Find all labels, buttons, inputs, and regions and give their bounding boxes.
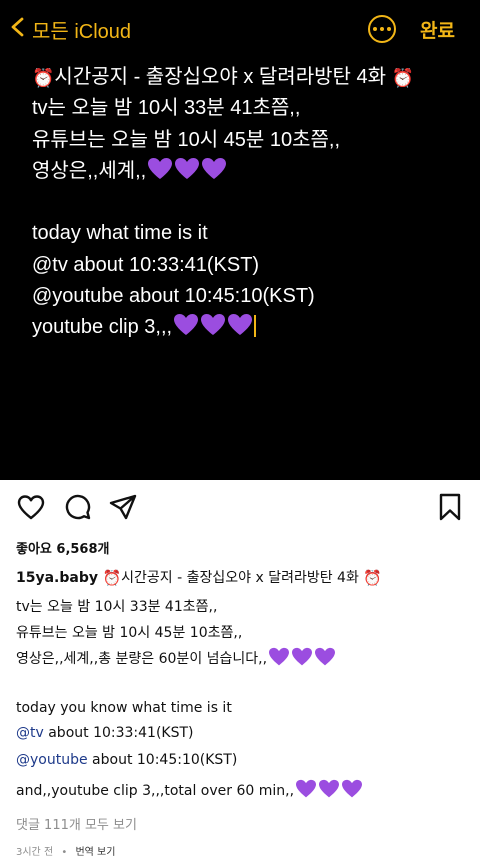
purple-heart-icon xyxy=(314,647,336,671)
note-line: ⏰시간공지 - 출장십오야 x 달려라방탄 4화 ⏰ xyxy=(32,62,472,93)
notes-nav-bar: 모든 iCloud 완료 xyxy=(0,8,480,50)
back-button[interactable]: 모든 iCloud xyxy=(8,12,131,46)
text-cursor xyxy=(254,315,257,338)
note-line: youtube clip 3,,, xyxy=(32,312,472,343)
note-line: today what time is it xyxy=(32,222,208,245)
back-label: 모든 iCloud xyxy=(32,20,132,43)
caption-line: @youtube about 10:45:10(KST) xyxy=(16,752,476,768)
purple-heart-icon xyxy=(147,157,173,191)
status-bar xyxy=(0,0,480,6)
caption-line: 15ya.baby ⏰시간공지 - 출장십오야 x 달려라방탄 4화 ⏰ xyxy=(16,567,476,587)
caption-text: about 10:33:41(KST) xyxy=(43,725,194,741)
caption-line: @tv about 10:33:41(KST) xyxy=(16,725,476,741)
note-line: tv는 오늘 밤 10시 33분 41초쯤,, xyxy=(32,97,301,120)
alarm-clock-icon: ⏰ xyxy=(32,68,55,88)
notes-screenshot: 모든 iCloud 완료 ⏰시간공지 - 출장십오야 x 달려라방탄 4화 ⏰ … xyxy=(0,0,480,480)
username[interactable]: 15ya.baby xyxy=(16,570,98,586)
more-options-button[interactable] xyxy=(368,15,396,43)
mention-tv[interactable]: @tv xyxy=(16,725,44,741)
post-action-bar xyxy=(0,490,480,530)
bookmark-icon[interactable] xyxy=(437,492,463,522)
alarm-clock-icon: ⏰ xyxy=(391,68,414,88)
caption-text: 시간공지 - 출장십오야 x 달려라방탄 4화 xyxy=(121,570,359,586)
alarm-clock-icon: ⏰ xyxy=(102,569,122,587)
likes-count[interactable]: 좋아요 6,568개 xyxy=(16,538,476,557)
caption-text: about 10:45:10(KST) xyxy=(87,752,238,768)
share-icon[interactable] xyxy=(108,492,138,522)
caption-line: today you know what time is it xyxy=(16,700,232,716)
purple-heart-icon xyxy=(227,313,253,347)
mention-youtube[interactable]: @youtube xyxy=(16,752,88,768)
note-line-text: 영상은,,세계,, xyxy=(32,159,147,182)
purple-heart-icon xyxy=(341,779,363,803)
note-line-text: youtube clip 3,,, xyxy=(32,316,173,339)
note-line: @tv about 10:33:41(KST) xyxy=(32,253,260,276)
purple-heart-icon xyxy=(295,779,317,803)
note-line: 영상은,,세계,, xyxy=(32,156,472,187)
purple-heart-icon xyxy=(291,647,313,671)
note-title: 시간공지 - 출장십오야 x 달려라방탄 4화 xyxy=(54,66,386,88)
purple-heart-icon xyxy=(201,157,227,191)
caption-text: and,,youtube clip 3,,,total over 60 min,… xyxy=(16,783,295,799)
meta-separator: • xyxy=(61,847,68,858)
heart-icon[interactable] xyxy=(16,492,46,522)
caption-line: 영상은,,세계,,총 분량은 60분이 넘습니다,, xyxy=(16,647,476,671)
caption-line: 유튜브는 오늘 밤 10시 45분 10초쯤,, xyxy=(16,625,243,641)
purple-heart-icon xyxy=(173,313,199,347)
purple-heart-icon xyxy=(318,779,340,803)
see-translation-link[interactable]: 번역 보기 xyxy=(75,847,115,858)
ellipsis-circle-icon xyxy=(373,27,377,31)
caption-text: 영상은,,세계,,총 분량은 60분이 넘습니다,, xyxy=(16,651,268,667)
done-button[interactable]: 완료 xyxy=(420,16,455,43)
alarm-clock-icon: ⏰ xyxy=(363,569,382,587)
post-time: 3시간 전 xyxy=(16,847,54,858)
comment-icon[interactable] xyxy=(63,492,93,522)
view-all-comments-link[interactable]: 댓글 111개 모두 보기 xyxy=(16,814,476,833)
purple-heart-icon xyxy=(268,647,290,671)
note-text-body[interactable]: ⏰시간공지 - 출장십오야 x 달려라방탄 4화 ⏰ tv는 오늘 밤 10시 … xyxy=(32,62,472,344)
caption-line: tv는 오늘 밤 10시 33분 41초쯤,, xyxy=(16,599,218,615)
note-line: 유튜브는 오늘 밤 10시 45분 10초쯤,, xyxy=(32,128,341,151)
chevron-left-icon xyxy=(8,16,28,42)
caption-line: and,,youtube clip 3,,,total over 60 min,… xyxy=(16,779,476,803)
purple-heart-icon xyxy=(174,157,200,191)
purple-heart-icon xyxy=(200,313,226,347)
note-line: @youtube about 10:45:10(KST) xyxy=(32,285,315,308)
